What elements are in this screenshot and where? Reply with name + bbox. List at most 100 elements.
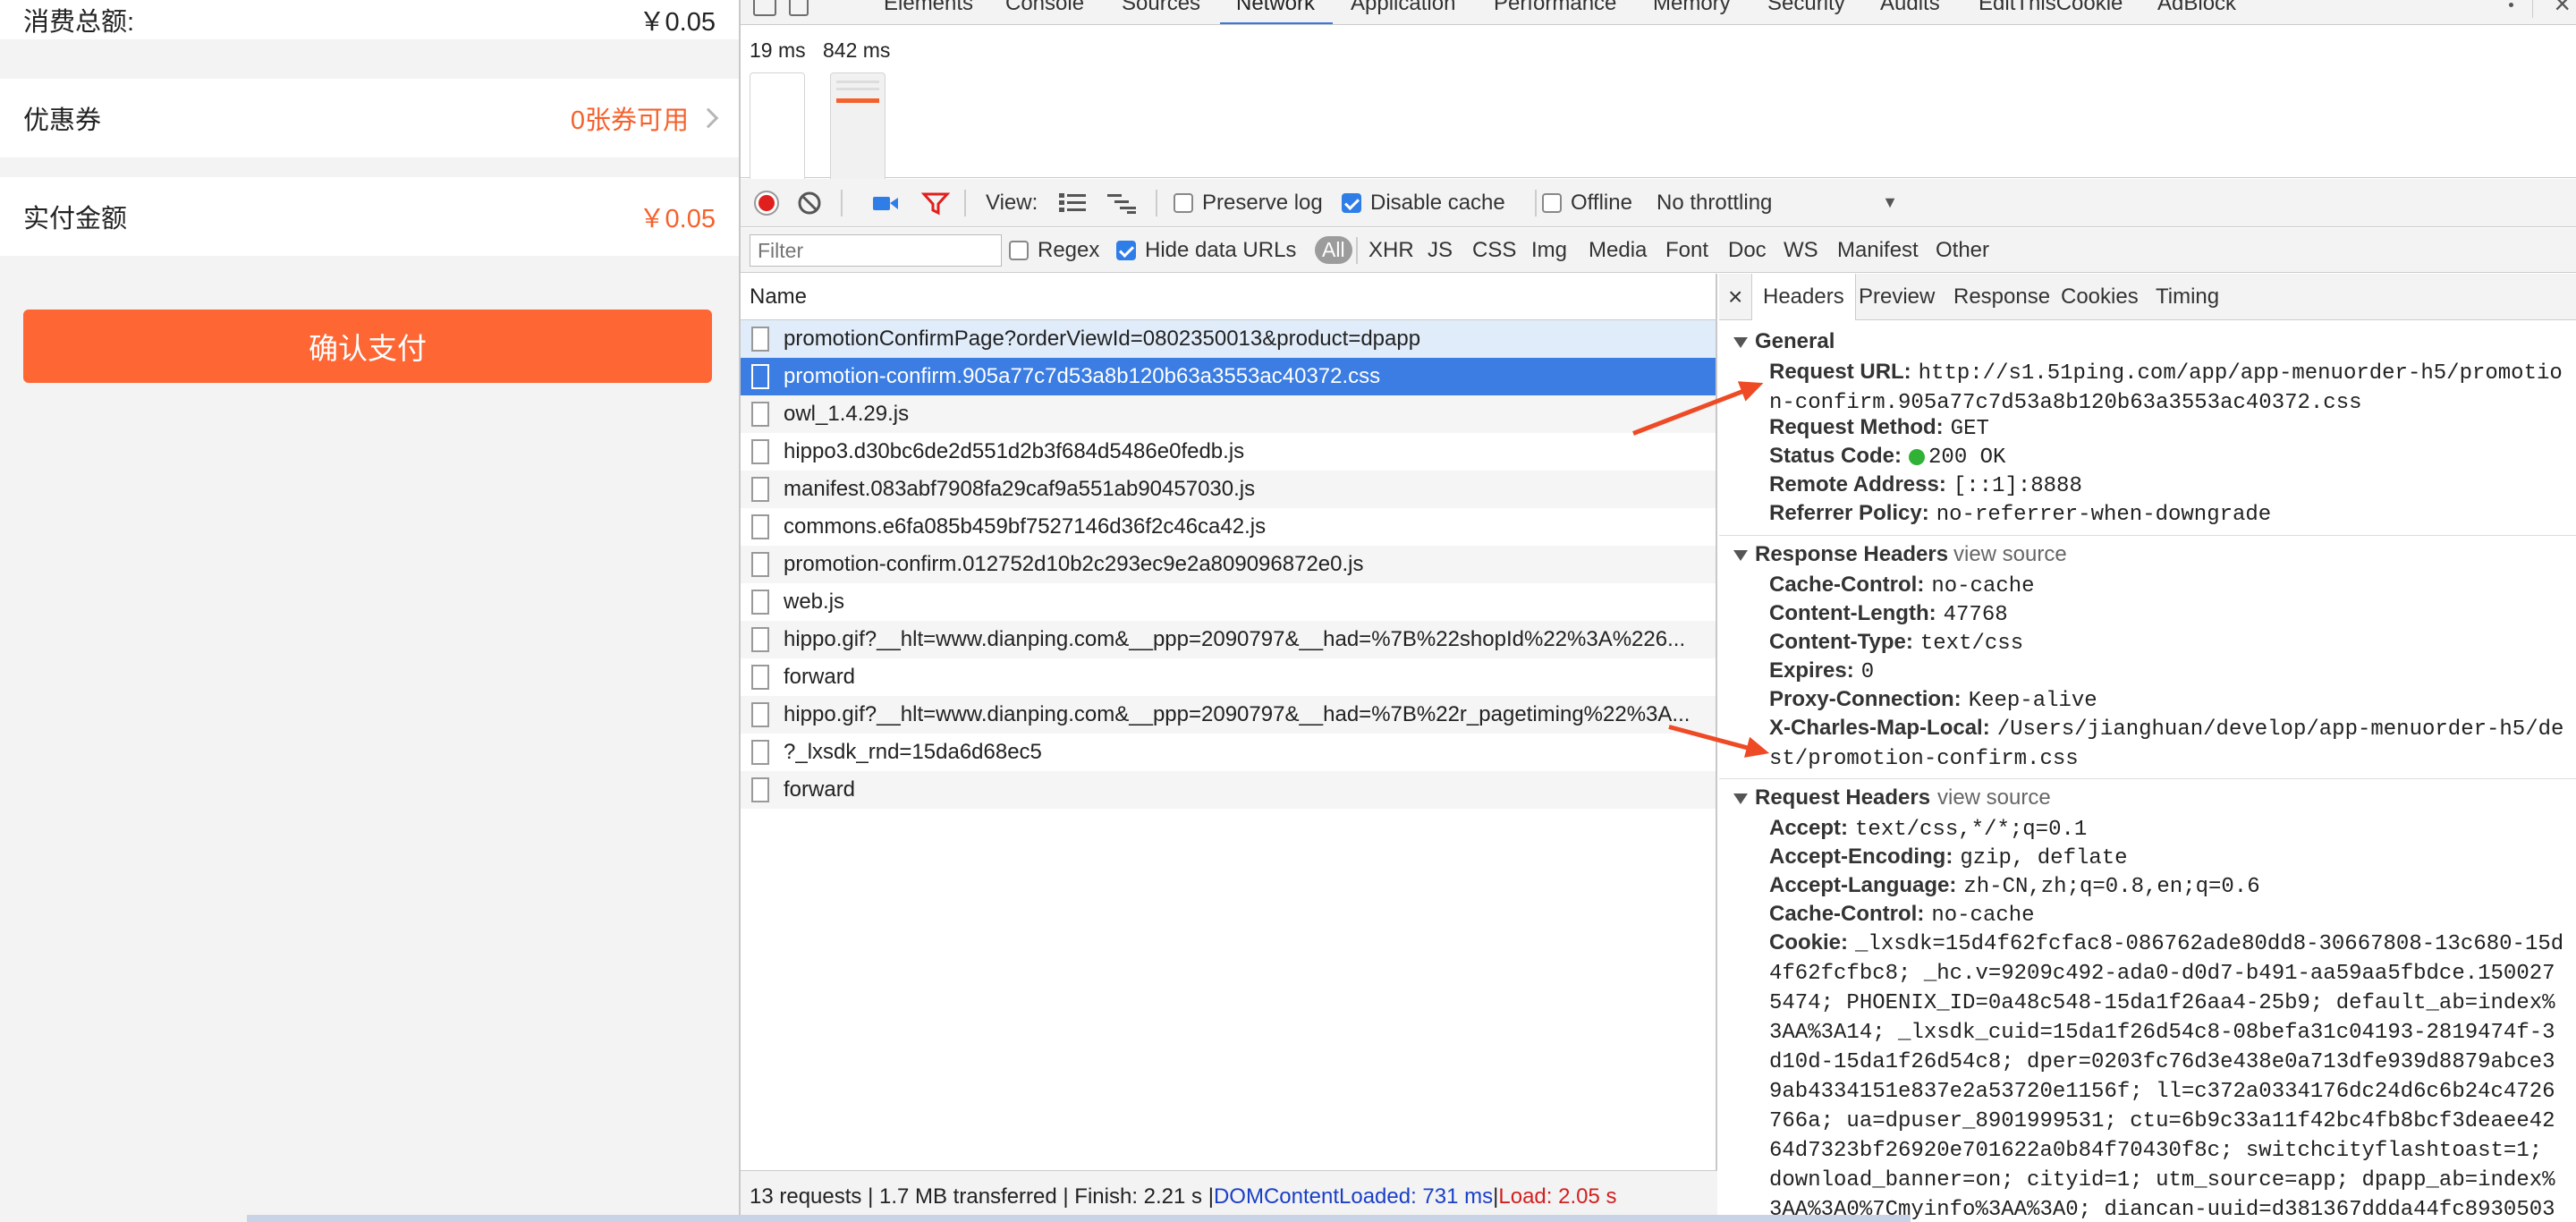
coupon-row[interactable]: 优惠券 0张券可用	[0, 79, 739, 157]
load-time: Load: 2.05 s	[1498, 1184, 1617, 1209]
referrer-policy-row: Referrer Policy: no-referrer-when-downgra…	[1769, 501, 2272, 527]
request-row[interactable]: ?_lxsdk_rnd=15da6d68ec5	[741, 734, 1716, 771]
device-toolbar-icon[interactable]	[789, 0, 809, 16]
tab-network[interactable]: Network	[1236, 0, 1315, 16]
request-row[interactable]: promotion-confirm.012752d10b2c293ec9e2a8…	[741, 546, 1716, 583]
filter-input[interactable]	[750, 234, 1002, 267]
tab-editthiscookie[interactable]: EditThisCookie	[1979, 0, 2123, 16]
more-options-icon[interactable]	[2509, 0, 2513, 11]
checkbox-checked-icon	[1116, 240, 1136, 260]
regex-checkbox[interactable]: Regex	[1009, 228, 1099, 272]
file-icon	[751, 777, 769, 802]
tab-application[interactable]: Application	[1351, 0, 1455, 16]
request-row[interactable]: manifest.083abf7908fa29caf9a551ab9045703…	[741, 471, 1716, 508]
request-row[interactable]: owl_1.4.29.js	[741, 395, 1716, 433]
status-ok-icon	[1909, 448, 1926, 465]
close-details-icon[interactable]: ×	[1728, 274, 1742, 320]
type-filter-xhr[interactable]: XHR	[1368, 228, 1414, 272]
filter-bar: Regex Hide data URLs All XHR JS CSS Img …	[741, 228, 2576, 273]
tab-response[interactable]: Response	[1953, 274, 2050, 320]
disable-cache-checkbox[interactable]: Disable cache	[1342, 179, 1505, 226]
request-row[interactable]: forward	[741, 771, 1716, 809]
response-view-source-link[interactable]: view source	[1953, 542, 2067, 567]
tab-audits[interactable]: Audits	[1880, 0, 1940, 16]
type-filter-media[interactable]: Media	[1589, 228, 1647, 272]
content-type-row: Content-Type: text/css	[1769, 630, 2024, 656]
video-camera-icon	[873, 196, 898, 210]
type-filter-other[interactable]: Other	[1936, 228, 1989, 272]
type-filter-doc[interactable]: Doc	[1728, 228, 1767, 272]
name-column-header[interactable]: Name	[741, 274, 1716, 320]
throttling-select[interactable]: No throttling ▼	[1657, 179, 1898, 226]
preserve-log-checkbox[interactable]: Preserve log	[1174, 179, 1323, 226]
general-section-toggle[interactable]: General	[1733, 329, 1835, 354]
type-filter-css[interactable]: CSS	[1472, 228, 1516, 272]
type-filter-font[interactable]: Font	[1665, 228, 1708, 272]
request-row[interactable]: hippo.gif?__hlt=www.dianping.com&__ppp=2…	[741, 621, 1716, 658]
file-icon	[751, 439, 769, 464]
tab-preview[interactable]: Preview	[1859, 274, 1935, 320]
filmstrip-frame[interactable]	[750, 72, 805, 191]
active-tab-underline	[1220, 22, 1333, 24]
mobile-page: 消费总额: ￥0.05 优惠券 0张券可用 实付金额 ￥0.05 确认支付	[0, 0, 739, 1222]
request-row[interactable]: promotionConfirmPage?orderViewId=0802350…	[741, 320, 1716, 358]
request-row[interactable]: commons.e6fa085b459bf7527146d36f2c46ca42…	[741, 508, 1716, 546]
pay-label: 实付金额	[23, 205, 128, 233]
request-row[interactable]: hippo3.d30bc6de2d551d2b3f684d5486e0fedb.…	[741, 433, 1716, 471]
tab-timing[interactable]: Timing	[2156, 274, 2219, 320]
tab-memory[interactable]: Memory	[1653, 0, 1731, 16]
record-button[interactable]	[753, 179, 780, 226]
filmstrip-frame[interactable]	[830, 72, 886, 191]
tab-performance[interactable]: Performance	[1494, 0, 1616, 16]
clear-button[interactable]	[796, 179, 823, 226]
tab-console[interactable]: Console	[1005, 0, 1084, 16]
inspect-cursor-icon[interactable]	[753, 0, 776, 16]
type-filter-all[interactable]: All	[1315, 228, 1352, 272]
request-row[interactable]: web.js	[741, 583, 1716, 621]
overview-time-2: 842 ms	[823, 38, 891, 62]
cookie-row: Cookie: _lxsdk=15d4f62fcfac8-086762ade80d…	[1769, 930, 2564, 1222]
tab-elements[interactable]: Elements	[884, 0, 973, 16]
confirm-pay-button[interactable]: 确认支付	[23, 310, 712, 383]
type-filter-js[interactable]: JS	[1428, 228, 1453, 272]
hide-data-urls-checkbox[interactable]: Hide data URLs	[1116, 228, 1296, 272]
disable-cache-label: Disable cache	[1370, 190, 1505, 215]
request-view-source-link[interactable]: view source	[1937, 785, 2051, 810]
capture-screenshots-button[interactable]	[871, 179, 900, 226]
type-filter-ws[interactable]: WS	[1784, 228, 1818, 272]
window-scrollbar[interactable]	[247, 1215, 1911, 1222]
overview-time-1: 19 ms	[750, 38, 806, 62]
request-row-selected[interactable]: promotion-confirm.905a77c7d53a8b120b63a3…	[741, 358, 1716, 395]
tab-adblock[interactable]: AdBlock	[2157, 0, 2236, 16]
checkbox-icon	[1174, 192, 1193, 213]
file-icon	[751, 702, 769, 727]
expires-row: Expires: 0	[1769, 658, 1875, 684]
tab-cookies[interactable]: Cookies	[2061, 274, 2139, 320]
filter-toggle-button[interactable]	[921, 179, 950, 226]
request-row[interactable]: hippo.gif?__hlt=www.dianping.com&__ppp=2…	[741, 696, 1716, 734]
accept-language-row: Accept-Language: zh-CN,zh;q=0.8,en;q=0.6	[1769, 873, 2260, 899]
close-devtools-icon[interactable]: ×	[2554, 0, 2571, 21]
request-headers-toggle[interactable]: Request Headers	[1733, 785, 1930, 810]
type-filter-img[interactable]: Img	[1531, 228, 1567, 272]
large-rows-button[interactable]	[1059, 179, 1086, 226]
x-charles-map-local-row: X-Charles-Map-Local:/Users/jianghuan/dev…	[1769, 716, 2564, 771]
waterfall-view-button[interactable]	[1107, 179, 1138, 226]
tab-headers[interactable]: Headers	[1751, 274, 1856, 320]
pay-row: 实付金额 ￥0.05	[0, 177, 739, 256]
file-icon	[751, 627, 769, 652]
file-icon	[751, 402, 769, 427]
hide-data-urls-label: Hide data URLs	[1145, 237, 1297, 262]
status-code-row: Status Code: 200 OK	[1769, 444, 2006, 470]
response-headers-toggle[interactable]: Response Headers	[1733, 542, 1948, 567]
file-icon	[751, 327, 769, 352]
file-icon	[751, 740, 769, 765]
type-filter-manifest[interactable]: Manifest	[1837, 228, 1919, 272]
offline-checkbox[interactable]: Offline	[1542, 179, 1632, 226]
tab-sources[interactable]: Sources	[1122, 0, 1200, 16]
file-icon	[751, 514, 769, 539]
waterfall-icon	[1107, 193, 1136, 214]
request-row[interactable]: forward	[741, 658, 1716, 696]
tab-security[interactable]: Security	[1767, 0, 1845, 16]
total-value: ￥0.05	[639, 8, 716, 37]
